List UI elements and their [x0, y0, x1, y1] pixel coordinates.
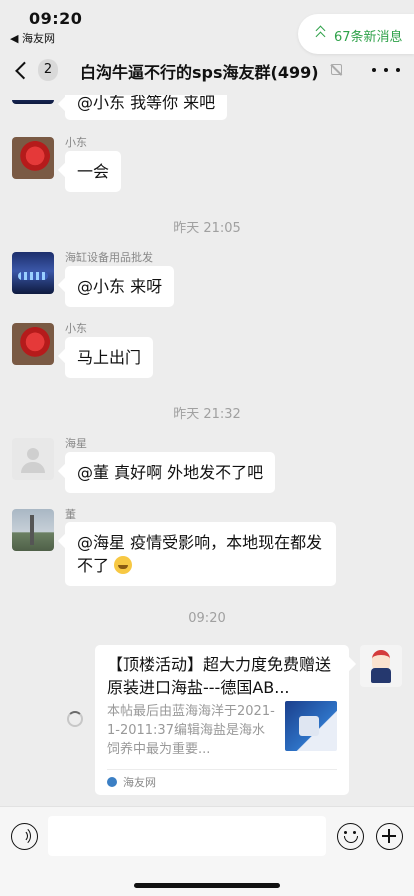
link-card-thumbnail	[285, 701, 337, 751]
back-button[interactable]: 2	[10, 54, 58, 86]
link-card-description: 本帖最后由蓝海海洋于2021-1-2011:37编辑海盐是海水饲养中最为重要..…	[107, 704, 275, 757]
message-bubble[interactable]: @小东 来呀	[65, 266, 175, 307]
back-to-app-link[interactable]: ◀ 海友网	[10, 30, 55, 46]
outdoor-avatar[interactable]	[12, 509, 54, 551]
sender-name: 海缸设备用品批发	[65, 251, 153, 264]
divider	[107, 769, 337, 770]
time-divider: 昨天 21:05	[173, 221, 241, 236]
message-text: 一会	[77, 162, 110, 181]
mascot-avatar[interactable]	[360, 645, 402, 687]
status-time: 09:20	[29, 9, 83, 28]
chevron-left-icon	[15, 61, 33, 79]
new-messages-button[interactable]: 67条新消息	[298, 14, 414, 54]
message-text: 马上出门	[77, 348, 142, 367]
sound-wave-icon	[11, 826, 31, 846]
aquarium-avatar[interactable]	[12, 252, 54, 294]
sender-name: 小东	[65, 136, 87, 149]
sender-name: 小东	[65, 322, 87, 335]
home-indicator[interactable]	[134, 883, 280, 888]
message-bubble[interactable]: 一会	[65, 151, 122, 192]
time-divider: 昨天 21:32	[173, 407, 241, 422]
message-text: @小东 我等你 来吧	[77, 93, 216, 112]
message-text: @海星 疫情受影响，本地现在都发不了	[77, 533, 323, 575]
voice-input-button[interactable]	[11, 823, 38, 850]
sender-name: 海星	[65, 437, 87, 450]
new-messages-label: 67条新消息	[334, 30, 403, 45]
sender-name: 董	[65, 508, 76, 521]
dot-icon	[384, 68, 388, 72]
emoji-button[interactable]	[337, 823, 364, 850]
default-avatar[interactable]	[12, 438, 54, 480]
double-chevron-up-icon	[315, 25, 326, 42]
more-options-button[interactable]	[372, 60, 400, 80]
coral-avatar[interactable]	[12, 137, 54, 179]
unread-count-badge: 2	[38, 59, 58, 81]
message-bubble[interactable]: @海星 疫情受影响，本地现在都发不了	[65, 522, 336, 586]
dot-icon	[396, 68, 400, 72]
site-logo-icon	[107, 777, 117, 787]
dot-icon	[372, 68, 376, 72]
chat-title: 白沟牛逼不行的sps海友群(499)	[80, 63, 319, 82]
facepalm-laugh-emoji-icon	[114, 556, 133, 574]
message-text: @小东 来呀	[77, 277, 163, 296]
link-card[interactable]: 【顶楼活动】超大力度免费赠送原装进口海盐---德国AB... 本帖最后由蓝海海洋…	[95, 645, 349, 795]
message-input[interactable]	[48, 816, 326, 856]
sending-spinner-icon	[67, 711, 83, 727]
message-bubble[interactable]: @董 真好啊 外地发不了吧	[65, 452, 276, 493]
message-text: @董 真好啊 外地发不了吧	[77, 463, 264, 482]
link-card-source: 海友网	[123, 776, 156, 789]
link-card-title: 【顶楼活动】超大力度免费赠送原装进口海盐---德国AB...	[107, 655, 332, 697]
more-actions-button[interactable]	[376, 823, 403, 850]
time-divider: 09:20	[188, 611, 226, 626]
message-bubble[interactable]: 马上出门	[65, 337, 154, 378]
coral-avatar[interactable]	[12, 323, 54, 365]
mute-bell-icon	[331, 64, 342, 75]
